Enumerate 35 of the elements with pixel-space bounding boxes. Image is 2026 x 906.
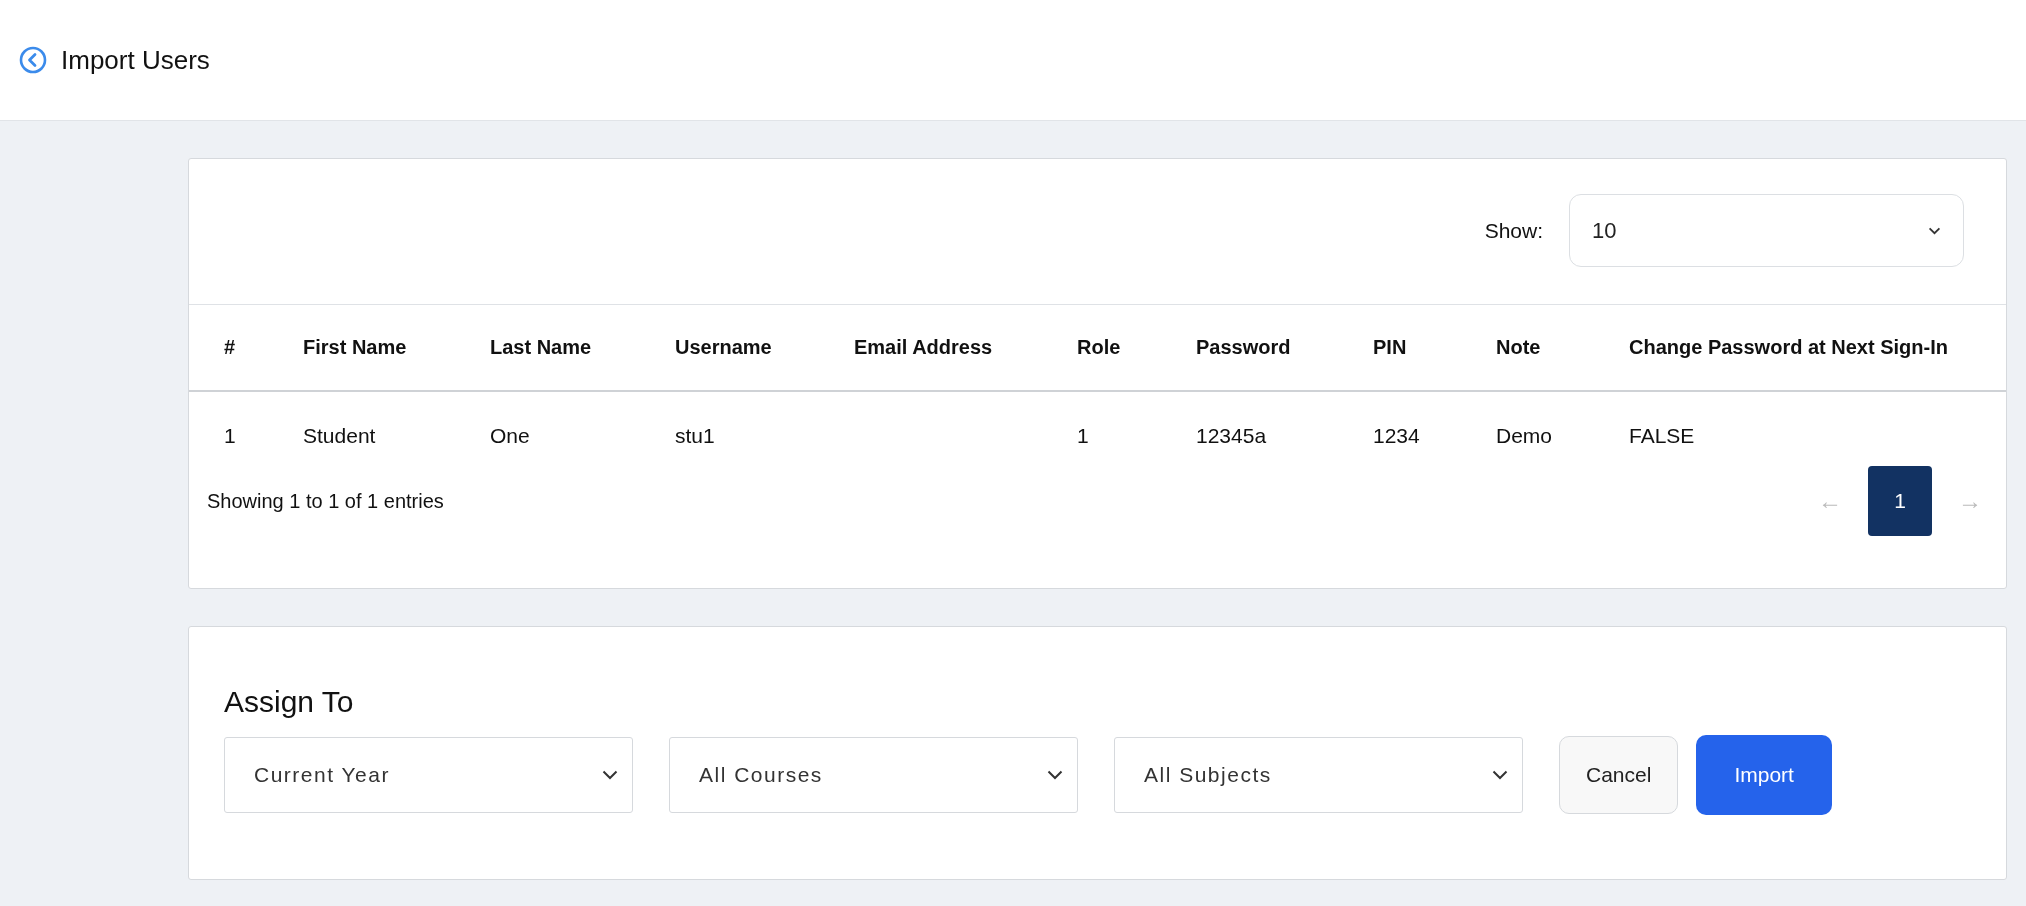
column-header: Password — [1196, 336, 1292, 359]
table-cell: stu1 — [675, 424, 715, 447]
dropdown-select[interactable]: All Subjects — [1114, 737, 1523, 813]
import-button[interactable]: Import — [1696, 735, 1832, 815]
dropdown-select[interactable]: Current Year — [224, 737, 633, 813]
chevron-down-icon — [1928, 226, 1941, 235]
column-header: # — [224, 336, 237, 359]
table-cell: Demo — [1496, 424, 1553, 447]
table-cell: Student — [303, 424, 376, 447]
entries-summary: Showing 1 to 1 of 1 entries — [207, 489, 444, 513]
column-header: Username — [675, 336, 773, 359]
dropdown-select[interactable]: All Courses — [669, 737, 1078, 813]
page-button[interactable]: 1 — [1868, 466, 1932, 536]
cancel-button[interactable]: Cancel — [1559, 736, 1679, 814]
table-cell: 1234 — [1373, 424, 1420, 447]
column-header: Change Password at Next Sign-In — [1629, 336, 1949, 359]
show-label: Show: — [1484, 218, 1543, 243]
table-cell: 12345a — [1196, 424, 1267, 447]
page-title: Import Users — [61, 44, 210, 76]
chevron-down-icon — [1047, 770, 1063, 780]
column-header: PIN — [1373, 336, 1408, 359]
table-cell: 1 — [224, 424, 236, 447]
table-cell: One — [490, 424, 530, 447]
column-header: First Name — [303, 336, 408, 359]
chevron-down-icon — [1492, 770, 1508, 780]
column-header: Note — [1496, 336, 1542, 359]
chevron-down-icon — [602, 770, 618, 780]
table-cell: 1 — [1077, 424, 1089, 447]
column-header: Role — [1077, 336, 1122, 359]
column-header: Last Name — [490, 336, 593, 359]
table-cell: FALSE — [1629, 424, 1695, 447]
back-icon[interactable] — [19, 46, 47, 74]
page-size-select[interactable]: 10 — [1569, 194, 1964, 267]
section-title: Assign To — [224, 685, 354, 719]
column-header: Email Address — [854, 336, 994, 359]
